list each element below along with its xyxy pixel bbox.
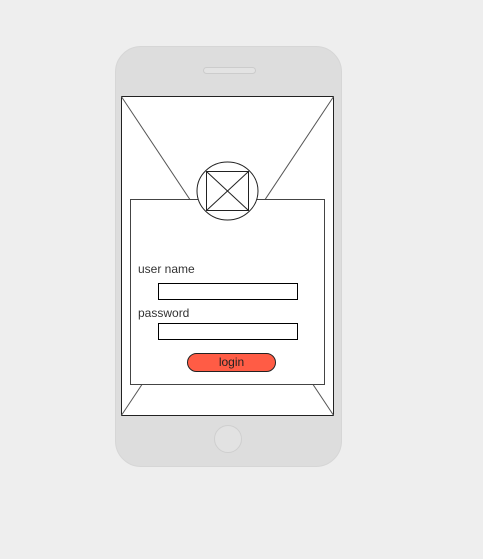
password-label: password — [138, 306, 190, 320]
password-input[interactable] — [158, 323, 298, 340]
home-button[interactable] — [214, 425, 242, 453]
mockup-canvas: user name password login — [0, 0, 483, 559]
username-label: user name — [138, 262, 195, 276]
phone-speaker — [203, 67, 256, 74]
login-button[interactable]: login — [187, 353, 276, 372]
username-input[interactable] — [158, 283, 298, 300]
image-placeholder-icon — [196, 161, 259, 221]
